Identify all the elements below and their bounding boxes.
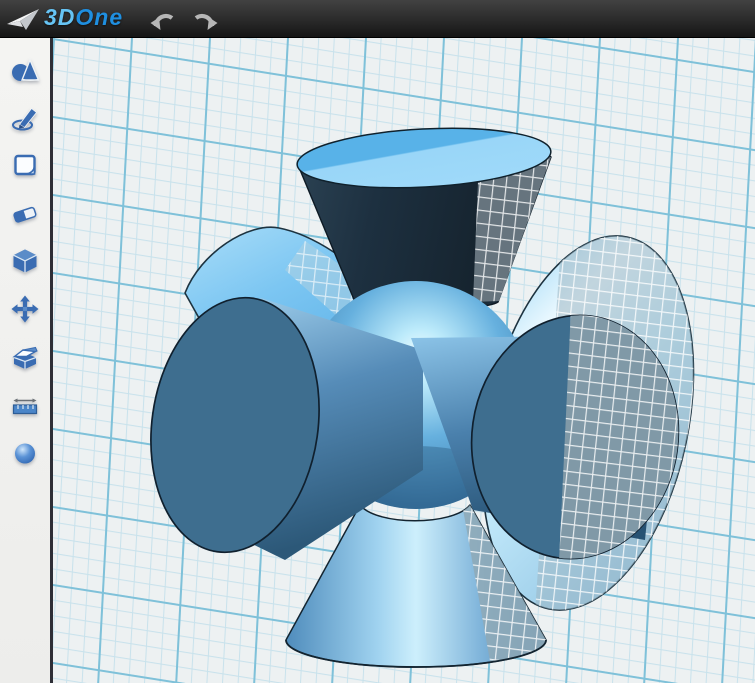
tool-sketch-plane[interactable] [8,150,42,180]
eraser-icon [10,198,40,228]
tool-trim[interactable] [8,198,42,228]
render-sphere-icon [10,438,40,468]
redo-button[interactable] [189,3,223,35]
sphere-cone-shapes-icon [10,54,40,84]
cube-icon [10,246,40,276]
tool-solid-cube[interactable] [8,246,42,276]
tool-sidebar [0,38,53,683]
undo-button[interactable] [145,3,179,35]
pen-sketch-icon [10,102,40,132]
tool-sketch[interactable] [8,102,42,132]
tool-move[interactable] [8,294,42,324]
scene-3d [53,38,755,683]
brand-prefix: 3D [44,4,75,30]
viewport-3d[interactable] [53,38,755,683]
plane-square-icon [10,150,40,180]
open-box-icon [10,342,40,372]
paper-plane-icon [6,6,40,32]
tool-measure[interactable] [8,390,42,420]
app-logo[interactable]: 3DOne [0,6,123,32]
tool-material[interactable] [8,438,42,468]
undo-arrow-icon [148,5,176,33]
tool-shell-extract[interactable] [8,342,42,372]
ruler-icon [10,390,40,420]
top-bar: 3DOne [0,0,755,38]
redo-arrow-icon [192,5,220,33]
move-arrows-icon [10,294,40,324]
tool-basic-shapes[interactable] [8,54,42,84]
app-title: 3DOne [44,6,123,31]
brand-suffix: One [75,4,123,30]
